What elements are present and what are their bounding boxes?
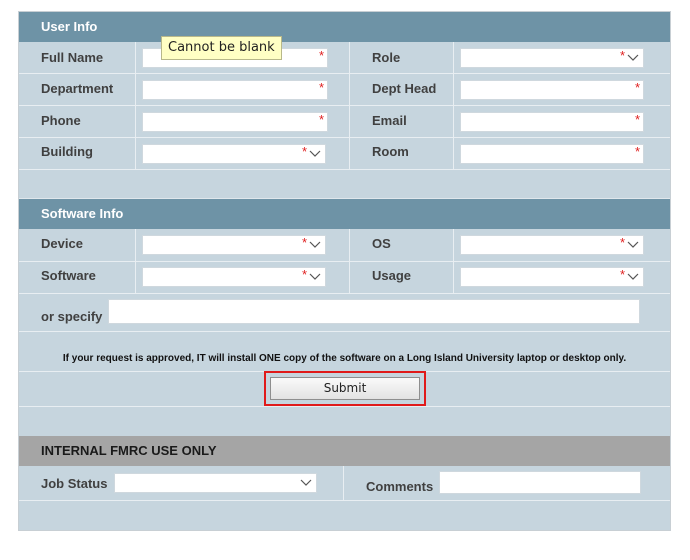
- usage-select[interactable]: *: [460, 267, 644, 287]
- os-select[interactable]: *: [460, 235, 644, 255]
- dept-head-label: Dept Head: [372, 81, 437, 96]
- os-label: OS: [372, 236, 391, 251]
- or-specify-label: or specify: [41, 309, 103, 324]
- chevron-down-icon: [309, 273, 321, 280]
- software-label: Software: [41, 268, 96, 283]
- validation-tooltip: Cannot be blank: [161, 36, 282, 60]
- email-label: Email: [372, 113, 407, 128]
- required-marker: *: [619, 235, 625, 250]
- or-specify-input[interactable]: [108, 299, 640, 324]
- internal-use-header: INTERNAL FMRC USE ONLY: [19, 436, 670, 466]
- job-status-select[interactable]: [114, 473, 317, 493]
- usage-label: Usage: [372, 268, 412, 283]
- submit-button[interactable]: Submit: [270, 377, 420, 400]
- job-status-label: Job Status: [41, 476, 108, 491]
- chevron-down-icon: [627, 54, 639, 61]
- device-label: Device: [41, 236, 83, 251]
- submit-highlight: Submit: [264, 371, 426, 406]
- chevron-down-icon: [627, 241, 639, 248]
- comments-label: Comments: [366, 479, 434, 494]
- required-marker: *: [318, 80, 324, 95]
- required-marker: *: [301, 235, 307, 250]
- chevron-down-icon: [300, 479, 312, 486]
- required-marker: *: [634, 80, 640, 95]
- chevron-down-icon: [309, 150, 321, 157]
- department-label: Department: [41, 81, 114, 96]
- email-input[interactable]: *: [460, 112, 644, 132]
- user-info-header: User Info: [19, 12, 670, 42]
- device-select[interactable]: *: [142, 235, 326, 255]
- required-marker: *: [619, 48, 625, 63]
- dept-head-input[interactable]: *: [460, 80, 644, 100]
- software-info-header: Software Info: [19, 199, 670, 229]
- approval-notice: If your request is approved, IT will ins…: [62, 353, 627, 364]
- software-request-form: User Info Full Name * Role * Department …: [18, 11, 671, 531]
- full-name-label: Full Name: [41, 50, 104, 65]
- required-marker: *: [619, 267, 625, 282]
- department-input[interactable]: *: [142, 80, 328, 100]
- room-label: Room: [372, 144, 409, 159]
- comments-input[interactable]: [439, 471, 641, 494]
- required-marker: *: [301, 267, 307, 282]
- software-select[interactable]: *: [142, 267, 326, 287]
- role-select[interactable]: *: [460, 48, 644, 68]
- required-marker: *: [318, 112, 324, 127]
- required-marker: *: [634, 112, 640, 127]
- required-marker: *: [318, 48, 324, 63]
- room-input[interactable]: *: [460, 144, 644, 164]
- required-marker: *: [301, 144, 307, 159]
- phone-input[interactable]: *: [142, 112, 328, 132]
- chevron-down-icon: [627, 273, 639, 280]
- building-select[interactable]: *: [142, 144, 326, 164]
- chevron-down-icon: [309, 241, 321, 248]
- role-label: Role: [372, 50, 401, 65]
- required-marker: *: [634, 144, 640, 159]
- phone-label: Phone: [41, 113, 81, 128]
- building-label: Building: [41, 144, 93, 159]
